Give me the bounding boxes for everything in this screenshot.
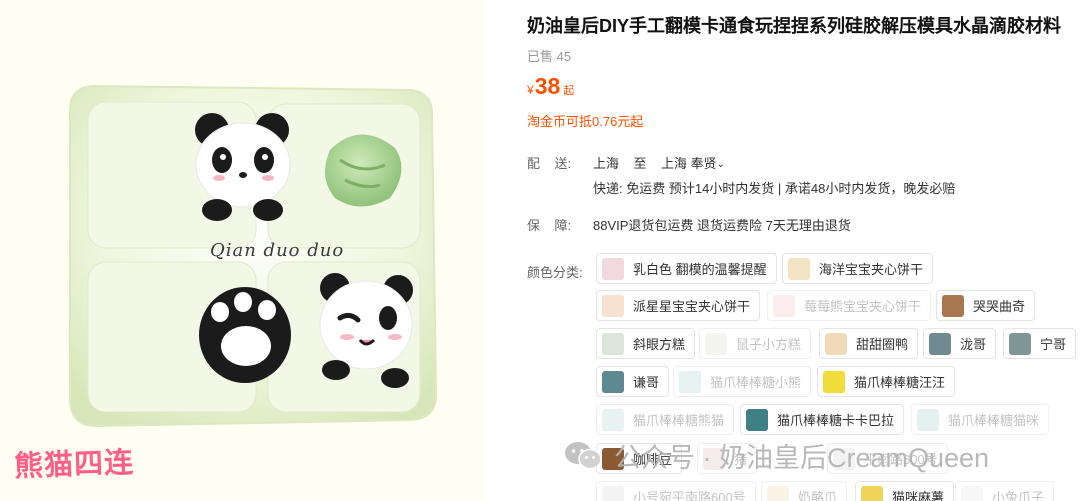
product-image[interactable]: Qian duo duo 熊猫四连	[0, 0, 485, 501]
sku-thumb	[825, 332, 847, 355]
sku-thumb	[1009, 332, 1031, 355]
watermark-text: 公众号 · 奶油皇后CreamQueen	[614, 443, 990, 473]
sku-thumb	[602, 408, 624, 431]
ship-from: 上海	[593, 156, 620, 171]
wechat-icon	[564, 441, 602, 471]
sku-option[interactable]: 乳白色 翻模的温馨提醒	[596, 253, 777, 284]
sold-count: 已售 45	[527, 49, 572, 64]
sku-option[interactable]: 宁哥	[1003, 328, 1077, 359]
ship-to-word: 至	[633, 156, 647, 171]
sku-option[interactable]: 小号宛平南路600号	[596, 481, 756, 501]
sku-option[interactable]: 猫爪棒棒糖汪汪	[817, 366, 956, 397]
product-info: 奶油皇后DIY手工翻模卡通食玩捏捏系列硅胶解压模具水晶滴胶材料 已售 45 ¥ …	[527, 0, 1080, 501]
sku-thumb	[788, 257, 810, 280]
sku-option[interactable]: 派星星宝宝夹心饼干	[596, 290, 761, 321]
ship-to: 上海 奉贤	[660, 156, 717, 171]
sku-thumb	[767, 485, 789, 501]
sku-option[interactable]: 海洋宝宝夹心饼干	[782, 253, 934, 284]
sku-option[interactable]: 猫爪棒棒糖卡卡巴拉	[740, 404, 905, 435]
guarantee-label: 保 障:	[527, 218, 572, 233]
sku-thumb	[602, 332, 624, 355]
image-corner-text: 熊猫四连	[13, 444, 135, 484]
sku-option[interactable]: 奶酪爪	[761, 481, 848, 501]
price-value: 38	[534, 73, 561, 99]
sku-thumb	[602, 294, 624, 317]
sku-option[interactable]: 谦哥	[596, 366, 670, 397]
sku-thumb	[961, 485, 983, 501]
sku-option[interactable]: 莓莓熊宝宝夹心饼干	[767, 290, 932, 321]
sku-thumb	[746, 408, 768, 431]
shipping-route: 上海 至 上海 奉贤⌄	[593, 153, 725, 172]
sku-option[interactable]: 猫咪麻薯	[855, 481, 955, 501]
image-script-text: Qian duo duo	[210, 240, 345, 261]
sku-option[interactable]: 猫爪棒棒糖熊猫	[596, 404, 735, 435]
sku-thumb	[602, 485, 624, 501]
sku-option[interactable]: 斜眼方糕	[596, 328, 696, 359]
sku-thumb	[861, 485, 883, 501]
chevron-down-icon: ⌄	[716, 159, 725, 170]
sku-option[interactable]: 甜甜圈鸭	[819, 328, 919, 359]
sku-option[interactable]: 哭哭曲奇	[936, 290, 1036, 321]
sku-option[interactable]: 鼠子小方糕	[699, 328, 812, 359]
ship-to-selector[interactable]: 上海 奉贤⌄	[661, 156, 725, 171]
price-currency: ¥	[527, 83, 534, 97]
price: ¥ 38 起	[527, 73, 574, 100]
sku-option[interactable]: 小兔爪子	[955, 481, 1055, 501]
sku-thumb	[602, 257, 624, 280]
sku-option[interactable]: 猫爪棒棒糖猫咪	[911, 404, 1050, 435]
wechat-watermark: 公众号 · 奶油皇后CreamQueen	[564, 436, 989, 475]
color-label: 颜色分类:	[527, 265, 583, 280]
sku-option[interactable]: 泷哥	[923, 328, 997, 359]
sku-thumb	[942, 294, 964, 317]
sku-thumb	[917, 408, 939, 431]
sku-thumb	[602, 370, 624, 393]
shipping-detail: 快递: 免运费 预计14小时内发货 | 承诺48小时内发货，晚发必赔	[593, 181, 956, 196]
sku-thumb	[929, 332, 951, 355]
sku-thumb	[823, 370, 845, 393]
guarantee-text: 88VIP退货包运费 退货运费险 7天无理由退货	[593, 218, 851, 233]
sku-thumb	[679, 370, 701, 393]
sku-thumb	[705, 332, 727, 355]
coin-discount[interactable]: 淘金币可抵0.76元起	[527, 111, 643, 130]
price-suffix: 起	[563, 85, 575, 97]
product-title: 奶油皇后DIY手工翻模卡通食玩捏捏系列硅胶解压模具水晶滴胶材料	[527, 16, 1062, 36]
shipping-label: 配 送:	[527, 156, 572, 171]
sku-thumb	[773, 294, 795, 317]
sku-option[interactable]: 猫爪棒棒糖小熊	[673, 366, 812, 397]
